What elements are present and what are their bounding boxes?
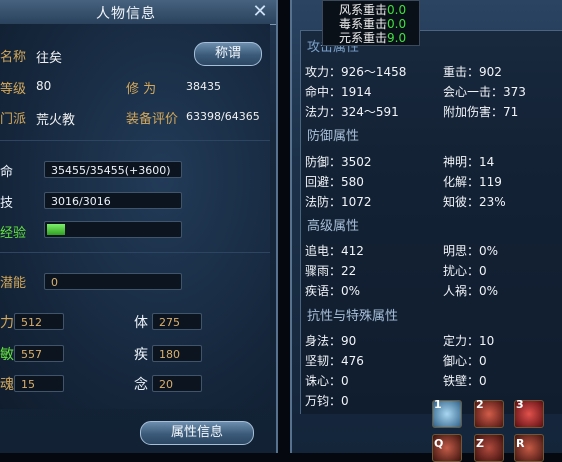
faction-label: 门派 <box>0 112 27 127</box>
advanced-stat: 明思：0% <box>443 244 499 258</box>
resistance-stat: 御心：0 <box>443 354 487 368</box>
divider <box>0 140 270 141</box>
crit-tooltip: 风系重击0.0 毒系重击0.0 元系重击9.0 <box>322 0 420 46</box>
divider <box>0 252 270 253</box>
advanced-stat: 追电：412 <box>305 244 364 258</box>
cultivation-label: 修 为 <box>126 82 157 97</box>
skill-key: 2 <box>476 398 484 411</box>
mind-label: 念 <box>134 377 148 393</box>
tooltip-value: 9.0 <box>387 31 407 45</box>
attack-stat: 法力：324～591 <box>305 105 399 119</box>
resistance-stat: 身法：90 <box>305 334 357 348</box>
constitution-value: 275 <box>152 313 202 330</box>
defense-stat: 知彼：23% <box>443 195 506 209</box>
resistance-stat: 诛心：0 <box>305 374 349 388</box>
tooltip-line: 元系重击9.0 <box>339 29 406 46</box>
attribute-info-button[interactable]: 属性信息 <box>140 421 254 445</box>
mp-value: 3016/3016 <box>44 192 182 209</box>
resistance-stat: 铁壁：0 <box>443 374 487 388</box>
panel-title: 人物信息 <box>96 6 156 22</box>
defense-stat: 法防：1072 <box>305 195 372 209</box>
panel-body: 名称 往矣 称谓 等级 80 修 为 38435 门派 荒火教 装备评价 633… <box>0 24 270 409</box>
speed-label: 疾 <box>134 347 148 363</box>
potential-label: 潜能 <box>0 276 27 291</box>
advanced-stat: 疾语：0% <box>305 284 361 298</box>
attribute-panel: 攻击属性 攻力：926～1458 重击：902 命中：1914 会心一击：373… <box>290 0 562 453</box>
mind-value: 20 <box>152 375 202 392</box>
gear-rating-label: 装备评价 <box>126 112 179 127</box>
resistance-section-header: 抗性与特殊属性 <box>307 309 399 324</box>
close-icon[interactable]: ✕ <box>250 2 270 22</box>
skill-key: 1 <box>434 398 442 411</box>
defense-stat: 神明：14 <box>443 155 495 169</box>
level-value: 80 <box>36 79 52 93</box>
potential-value: 0 <box>44 273 182 290</box>
character-info-panel: 人物信息 ✕ 名称 往矣 称谓 等级 80 修 为 38435 门派 荒火教 装… <box>0 0 278 453</box>
advanced-stat: 扰心：0 <box>443 264 487 278</box>
defense-stat: 回避：580 <box>305 175 364 189</box>
strength-value: 512 <box>14 313 64 330</box>
exp-label: 经验 <box>0 226 27 241</box>
panel-header: 人物信息 ✕ <box>0 0 276 25</box>
advanced-stat: 骤雨：22 <box>305 264 357 278</box>
speed-value: 180 <box>152 345 202 362</box>
exp-bar-fill <box>47 224 65 235</box>
title-button[interactable]: 称谓 <box>194 42 262 66</box>
attack-stat: 命中：1914 <box>305 85 372 99</box>
hp-label: 命 <box>0 165 14 180</box>
tooltip-label: 元系重击 <box>339 31 388 45</box>
exp-bar <box>44 221 182 238</box>
agility-label: 敏 <box>0 347 14 363</box>
attack-stat: 攻力：926～1458 <box>305 65 407 79</box>
soul-label: 魂 <box>0 377 14 393</box>
soul-value: 15 <box>14 375 64 392</box>
attribute-list: 攻击属性 攻力：926～1458 重击：902 命中：1914 会心一击：373… <box>300 30 562 414</box>
constitution-label: 体 <box>134 315 148 331</box>
skill-key: R <box>516 437 525 450</box>
skill-key: Z <box>476 437 484 450</box>
level-label: 等级 <box>0 82 27 97</box>
defense-section-header: 防御属性 <box>307 129 360 144</box>
resistance-stat: 万钧：0 <box>305 394 349 408</box>
agility-value: 557 <box>14 345 64 362</box>
skill-bar: 1 2 3 Q Z R <box>418 398 562 462</box>
gear-rating-value: 63398/64365 <box>186 110 260 123</box>
defense-stat: 化解：119 <box>443 175 502 189</box>
attack-stat: 会心一击：373 <box>443 85 526 99</box>
name-value: 往矣 <box>36 51 63 66</box>
resistance-stat: 坚韧：476 <box>305 354 364 368</box>
advanced-stat: 人祸：0% <box>443 284 499 298</box>
advanced-section-header: 高级属性 <box>307 219 360 234</box>
mp-label: 技 <box>0 196 14 211</box>
cultivation-value: 38435 <box>186 80 221 93</box>
hp-value: 35455/35455(+3600) <box>44 161 182 178</box>
attack-stat: 附加伤害：71 <box>443 105 519 119</box>
strength-label: 力 <box>0 315 14 331</box>
skill-key: 3 <box>516 398 524 411</box>
attack-stat: 重击：902 <box>443 65 502 79</box>
name-label: 名称 <box>0 50 27 65</box>
faction-value: 荒火教 <box>36 113 76 128</box>
skill-key: Q <box>434 437 444 450</box>
defense-stat: 防御：3502 <box>305 155 372 169</box>
resistance-stat: 定力：10 <box>443 334 495 348</box>
